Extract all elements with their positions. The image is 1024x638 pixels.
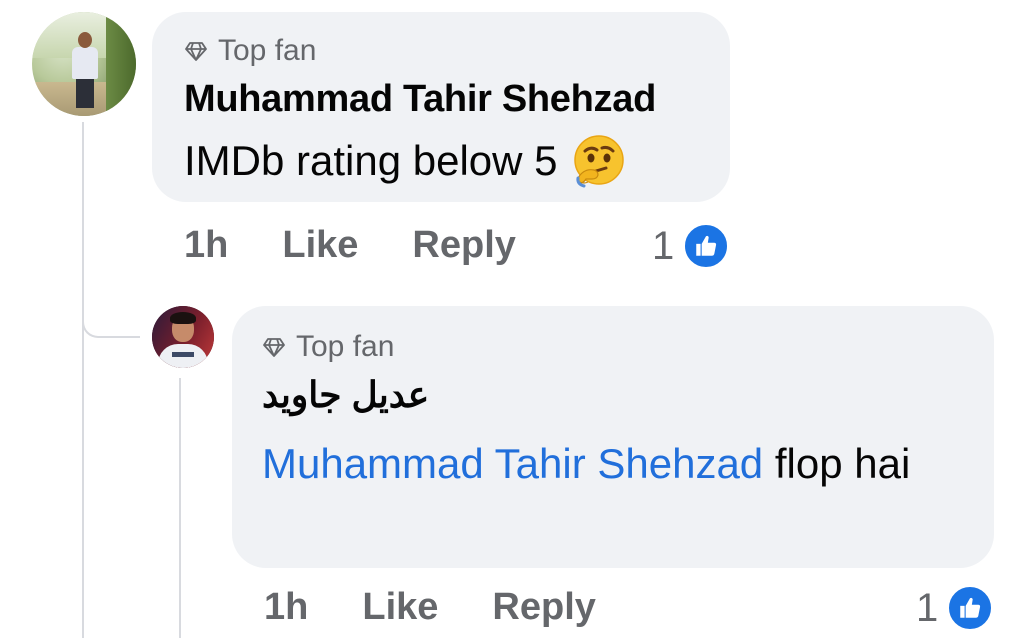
comment-author[interactable]: Muhammad Tahir Shehzad — [184, 78, 656, 121]
reply-author[interactable]: عدیل جاوید — [262, 374, 429, 416]
like-button[interactable]: Like — [362, 586, 438, 629]
reply-button[interactable]: Reply — [412, 224, 515, 267]
diamond-icon — [263, 338, 285, 357]
mention-link[interactable]: Muhammad Tahir Shehzad — [262, 440, 763, 487]
diamond-icon — [185, 42, 207, 61]
comment-actions: 1h Like Reply — [184, 224, 516, 267]
reply-button[interactable]: Reply — [492, 586, 595, 629]
top-fan-badge: Top fan — [262, 330, 394, 364]
reply-body: flop hai — [774, 440, 911, 487]
thumbs-up-icon — [682, 222, 731, 270]
badge-label: Top fan — [296, 330, 395, 363]
like-button[interactable]: Like — [282, 224, 358, 267]
thinking-face-icon — [573, 135, 624, 188]
avatar[interactable] — [32, 12, 136, 116]
reaction-count: 1 — [652, 223, 675, 268]
avatar[interactable] — [152, 306, 214, 368]
reply-thread-line — [179, 378, 181, 638]
comment-text: IMDb rating below 5 — [184, 134, 626, 188]
thumbs-up-icon — [946, 584, 995, 632]
reply-text: Muhammad Tahir Shehzad flop hai — [262, 434, 962, 494]
reaction-summary[interactable]: 1 — [916, 584, 995, 632]
badge-label: Top fan — [218, 34, 317, 67]
thread-line — [82, 122, 84, 638]
comment-body: IMDb rating below 5 — [184, 137, 558, 184]
reaction-count: 1 — [916, 585, 939, 630]
comment-bubble: Top fan Muhammad Tahir Shehzad IMDb rati… — [152, 12, 730, 202]
comment-thread: Top fan Muhammad Tahir Shehzad IMDb rati… — [0, 0, 1024, 638]
thread-branch-line — [82, 296, 140, 338]
reply-actions: 1h Like Reply — [264, 586, 596, 629]
reaction-summary[interactable]: 1 — [652, 222, 731, 270]
top-fan-badge: Top fan — [184, 34, 316, 68]
reply-bubble: Top fan عدیل جاوید Muhammad Tahir Shehza… — [232, 306, 994, 568]
comment-timestamp[interactable]: 1h — [184, 224, 228, 267]
reply-timestamp[interactable]: 1h — [264, 586, 308, 629]
